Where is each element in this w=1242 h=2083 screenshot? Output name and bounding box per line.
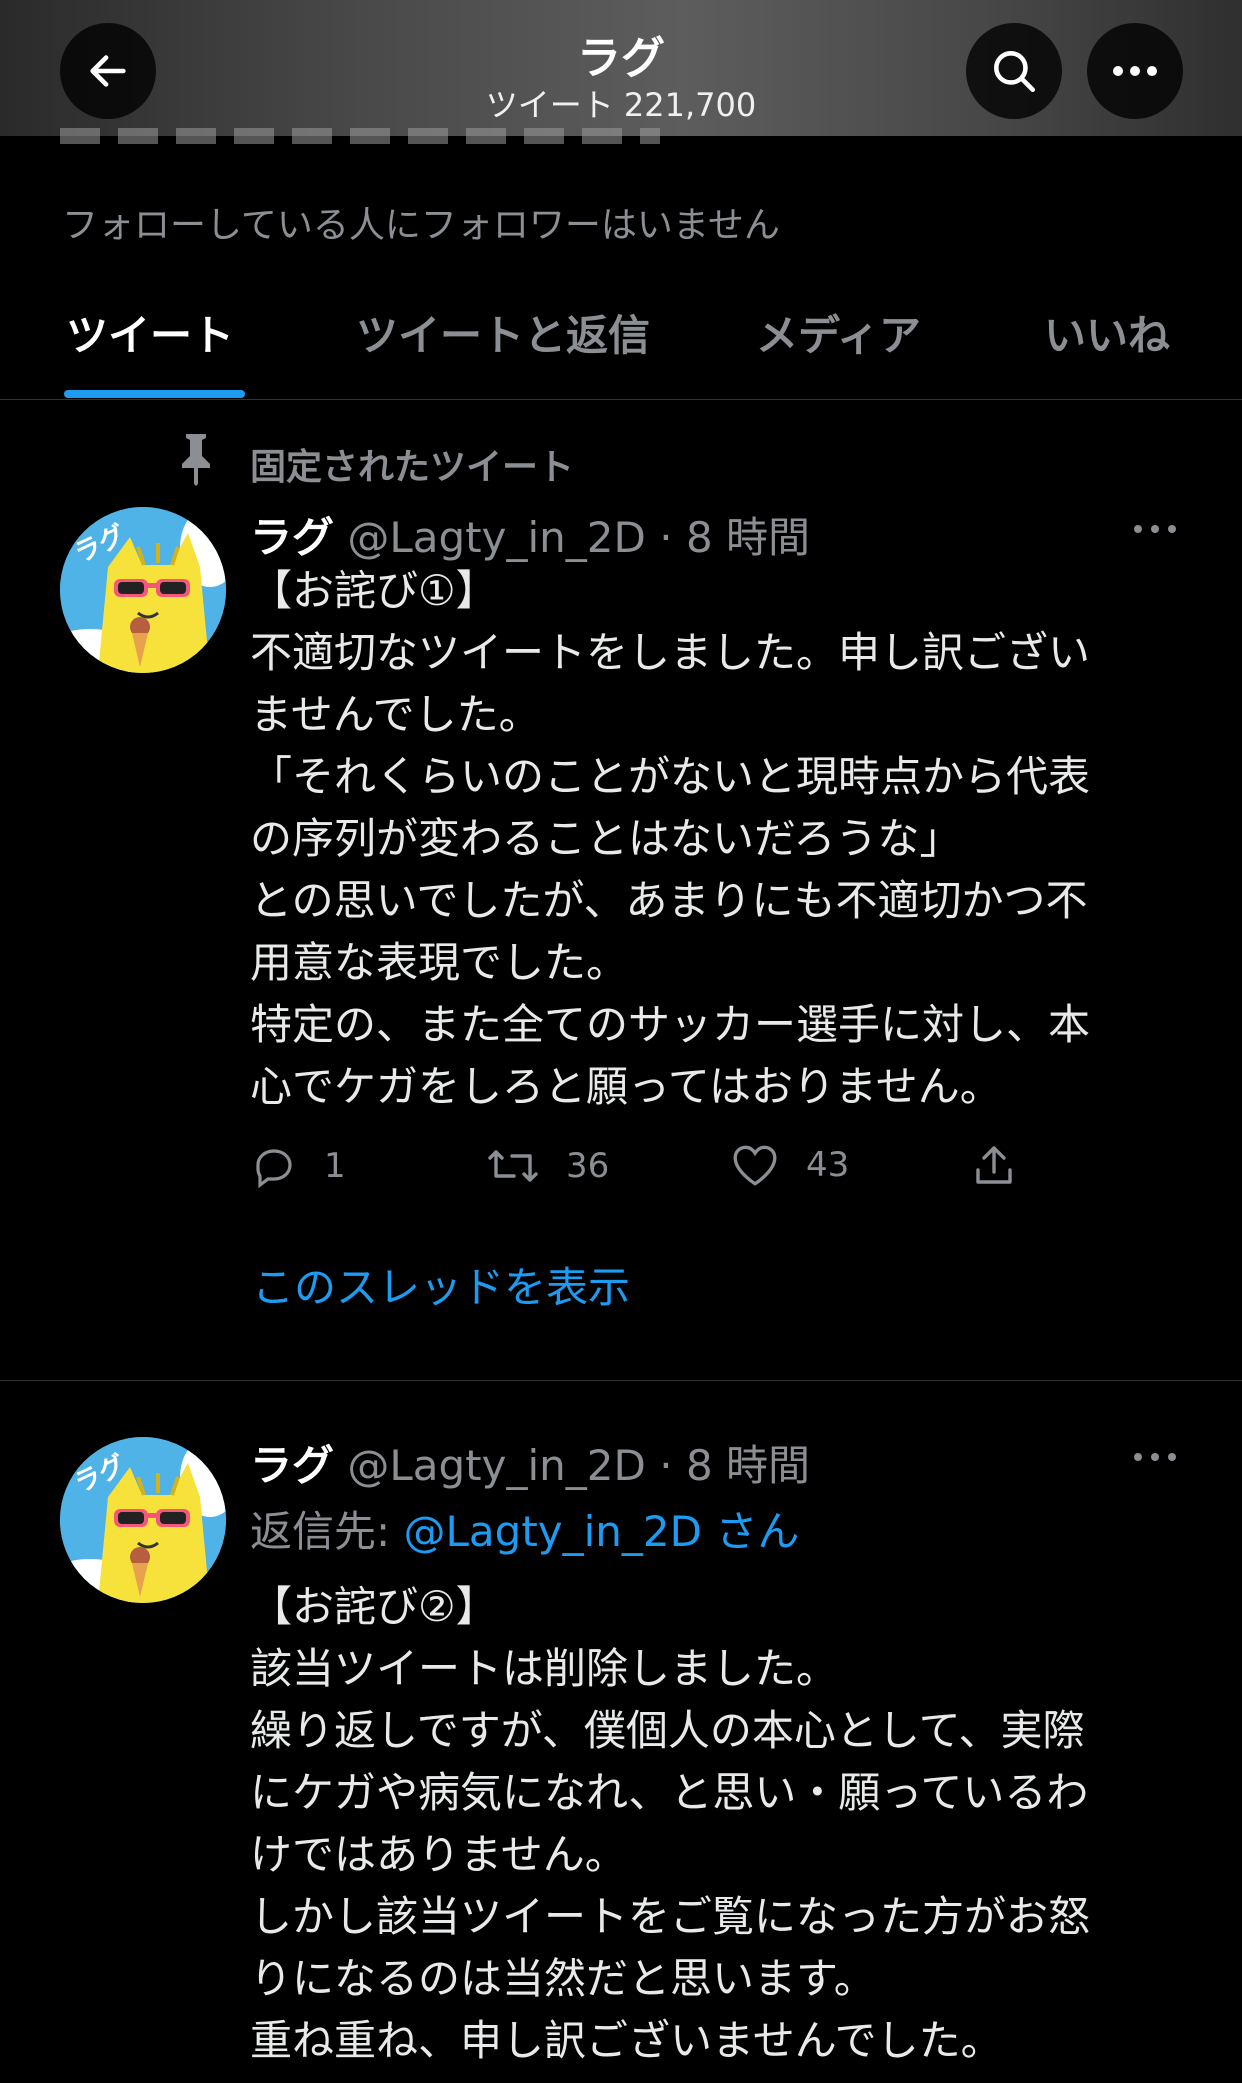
reply-button[interactable]: 1 [250,1142,346,1190]
retweet-button[interactable]: 36 [486,1142,609,1190]
reply-icon [256,1149,292,1189]
more-options-button[interactable] [1087,23,1183,119]
tweet-more-icon[interactable] [1132,1450,1178,1464]
separator-dot: · [659,513,673,562]
author-handle[interactable]: @Lagty_in_2D [347,1441,645,1490]
pinned-label: 固定されたツイート [250,447,575,488]
tab-media[interactable]: メディア [756,302,921,363]
retweet-count: 36 [566,1146,610,1186]
share-button[interactable] [970,1142,1018,1190]
tweet-timestamp[interactable]: 8 時間 [686,1441,810,1490]
tweet-divider [0,1380,1242,1381]
cat-avatar-image: ラグ [60,1437,226,1603]
author-name[interactable]: ラグ [250,513,334,562]
share-icon [976,1146,1012,1184]
tweet-text: 【お詫び②】 該当ツイートは削除しました。 繰り返しですが、僕個人の本心として、… [250,1582,1091,2065]
replying-to: 返信先: @Lagty_in_2D さん [250,1498,799,1559]
tab-tweets-and-replies[interactable]: ツイートと返信 [356,302,650,363]
profile-header: ラグ ツイート 221,700 [0,0,1242,144]
avatar[interactable]: ラグ [60,507,226,673]
pin-indicator [172,432,220,486]
tab-tweets[interactable]: ツイート [66,302,234,363]
search-button[interactable] [966,23,1062,119]
cat-avatar-image: ラグ [60,507,226,673]
profile-page: ラグ ツイート 221,700 フォローしている人にフォロワーはいません ツイー… [0,0,1242,2083]
tweet-timestamp[interactable]: 8 時間 [686,513,810,562]
active-tab-indicator [64,390,245,398]
separator-dot: · [659,1441,673,1490]
tweet-more-icon[interactable] [1132,522,1178,536]
profile-tabs: ツイート ツイートと返信 メディア いいね [0,290,1242,400]
tweet-text: 【お詫び①】 不適切なツイートをしました。申し訳ござい ませんでした。 「それく… [250,566,1091,1111]
reply-suffix[interactable]: さん [702,1507,799,1556]
author-name[interactable]: ラグ [250,1441,334,1490]
reply-count: 1 [324,1146,346,1186]
retweet-icon [488,1150,538,1182]
heart-icon [733,1145,777,1186]
tab-likes[interactable]: いいね [1044,302,1170,363]
reply-prefix: 返信先: [250,1507,404,1556]
tweet-author-line: ラグ @Lagty_in_2D · 8 時間 [250,1432,810,1493]
show-thread-link[interactable]: このスレッドを表示 [252,1254,630,1315]
no-followers-note: フォローしている人にフォロワーはいません [62,205,780,246]
more-horizontal-icon [1113,66,1157,76]
tweet-author-line: ラグ @Lagty_in_2D · 8 時間 [250,504,810,565]
cut-off-stats [60,128,660,144]
search-icon [994,51,1036,93]
pin-icon [182,434,210,486]
reply-handle-link[interactable]: @Lagty_in_2D [404,1507,702,1556]
like-count: 43 [806,1145,850,1185]
like-button[interactable]: 43 [730,1142,849,1188]
author-handle[interactable]: @Lagty_in_2D [347,513,645,562]
avatar[interactable]: ラグ [60,1437,226,1603]
